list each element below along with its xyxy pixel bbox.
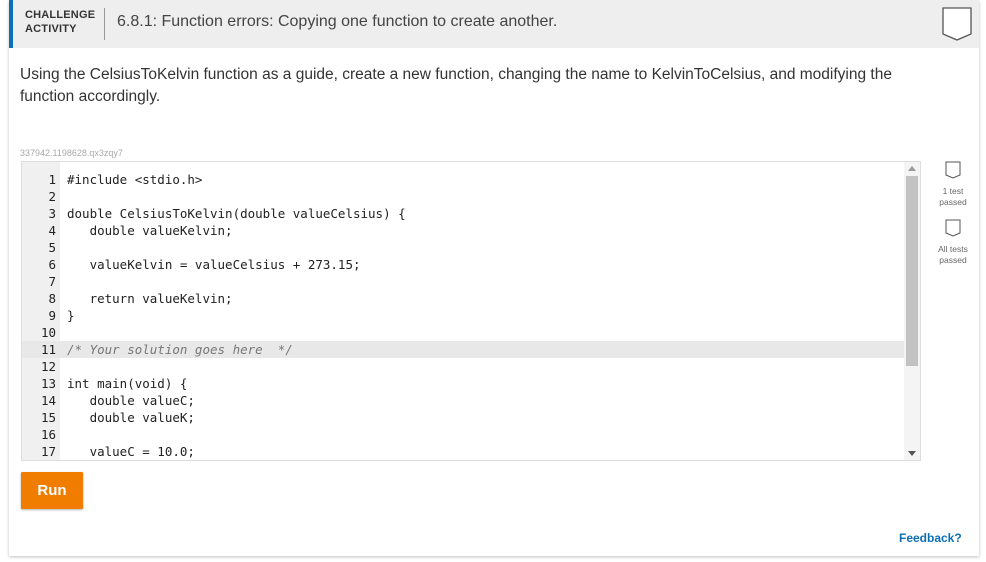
- line-number: 6: [48, 257, 56, 272]
- code-line[interactable]: 15 double valueK;: [22, 409, 904, 426]
- line-number: 10: [40, 325, 56, 340]
- code-line[interactable]: 12: [22, 358, 904, 375]
- code-line[interactable]: 10: [22, 324, 904, 341]
- feedback-link[interactable]: Feedback?: [899, 531, 962, 545]
- line-number: 11: [40, 342, 56, 357]
- line-number: 9: [48, 308, 56, 323]
- editor-scrollbar[interactable]: [904, 162, 920, 460]
- line-number: 12: [40, 359, 56, 374]
- all-tests-status: All tests passed: [936, 219, 970, 266]
- code-text[interactable]: valueC = 10.0;: [67, 443, 195, 460]
- challenge-activity-card: CHALLENGE ACTIVITY 6.8.1: Function error…: [9, 0, 979, 556]
- code-editor[interactable]: 1 #include <stdio.h> 2 3 double CelsiusToKel…: [21, 161, 921, 461]
- code-text[interactable]: valueKelvin = valueCelsius + 273.15;: [67, 256, 361, 273]
- code-line[interactable]: 9}: [22, 307, 904, 324]
- code-text[interactable]: /* Your solution goes here */: [67, 341, 293, 358]
- instructions-text: Using the CelsiusToKelvin function as a …: [20, 66, 892, 105]
- activity-title: 6.8.1: Function errors: Copying one func…: [117, 13, 558, 30]
- code-line[interactable]: 17 valueC = 10.0;: [22, 443, 904, 460]
- code-line[interactable]: 16: [22, 426, 904, 443]
- code-text[interactable]: return valueKelvin;: [67, 290, 233, 307]
- line-number: 15: [40, 410, 56, 425]
- one-test-label-a: 1 test: [942, 186, 964, 196]
- code-line[interactable]: 4 double valueKelvin;: [22, 222, 904, 239]
- code-id: 337942.1198628.qx3zqy7: [20, 148, 123, 158]
- line-number: 5: [48, 240, 56, 255]
- all-tests-label-b: passed: [939, 255, 967, 265]
- scroll-down-icon[interactable]: [908, 451, 916, 456]
- code-line[interactable]: 1 #include <stdio.h>: [22, 171, 904, 188]
- code-line[interactable]: 14 double valueC;: [22, 392, 904, 409]
- badge-line-1: CHALLENGE: [25, 9, 96, 21]
- code-lines[interactable]: 1 #include <stdio.h> 2 3 double CelsiusToKel…: [22, 171, 904, 460]
- activity-header: CHALLENGE ACTIVITY 6.8.1: Function error…: [9, 0, 979, 48]
- scroll-up-icon[interactable]: [908, 166, 916, 171]
- code-text[interactable]: double CelsiusToKelvin(double valueCelsi…: [67, 205, 406, 222]
- code-line[interactable]: 13 int main(void) {: [22, 375, 904, 392]
- code-line[interactable]: 5: [22, 239, 904, 256]
- code-line[interactable]: 8 return valueKelvin;: [22, 290, 904, 307]
- line-number: 8: [48, 291, 56, 306]
- bookmark-icon[interactable]: [942, 7, 972, 41]
- line-number: 14: [40, 393, 56, 408]
- line-number: 7: [48, 274, 56, 289]
- code-line[interactable]: 2: [22, 188, 904, 205]
- code-text[interactable]: double valueKelvin;: [67, 222, 233, 239]
- checkbox-icon: [945, 161, 961, 179]
- one-test-label-b: passed: [939, 197, 967, 207]
- code-text[interactable]: double valueC;: [67, 392, 195, 409]
- code-text[interactable]: }: [67, 307, 75, 324]
- code-text[interactable]: int main(void) {: [67, 375, 187, 392]
- line-number: 4: [48, 223, 56, 238]
- checkbox-icon: [945, 219, 961, 237]
- line-number: 3: [48, 206, 56, 221]
- code-line[interactable]: 7: [22, 273, 904, 290]
- badge-line-2: ACTIVITY: [25, 23, 77, 35]
- activity-badge: CHALLENGE ACTIVITY: [25, 8, 95, 36]
- one-test-status: 1 test passed: [936, 161, 970, 208]
- code-line[interactable]: 3 double CelsiusToKelvin(double valueCels…: [22, 205, 904, 222]
- code-line[interactable]: 6 valueKelvin = valueCelsius + 273.15;: [22, 256, 904, 273]
- code-line[interactable]: 11 /* Your solution goes here */: [22, 341, 904, 358]
- scrollbar-thumb[interactable]: [906, 176, 918, 366]
- code-text[interactable]: #include <stdio.h>: [67, 171, 202, 188]
- line-number: 16: [40, 427, 56, 442]
- line-number: 1: [48, 172, 56, 187]
- line-number: 2: [48, 189, 56, 204]
- line-number: 17: [40, 444, 56, 459]
- code-text[interactable]: double valueK;: [67, 409, 195, 426]
- line-number: 13: [40, 376, 56, 391]
- all-tests-label-a: All tests: [938, 244, 968, 254]
- header-divider: [104, 8, 105, 40]
- run-button[interactable]: Run: [21, 472, 83, 509]
